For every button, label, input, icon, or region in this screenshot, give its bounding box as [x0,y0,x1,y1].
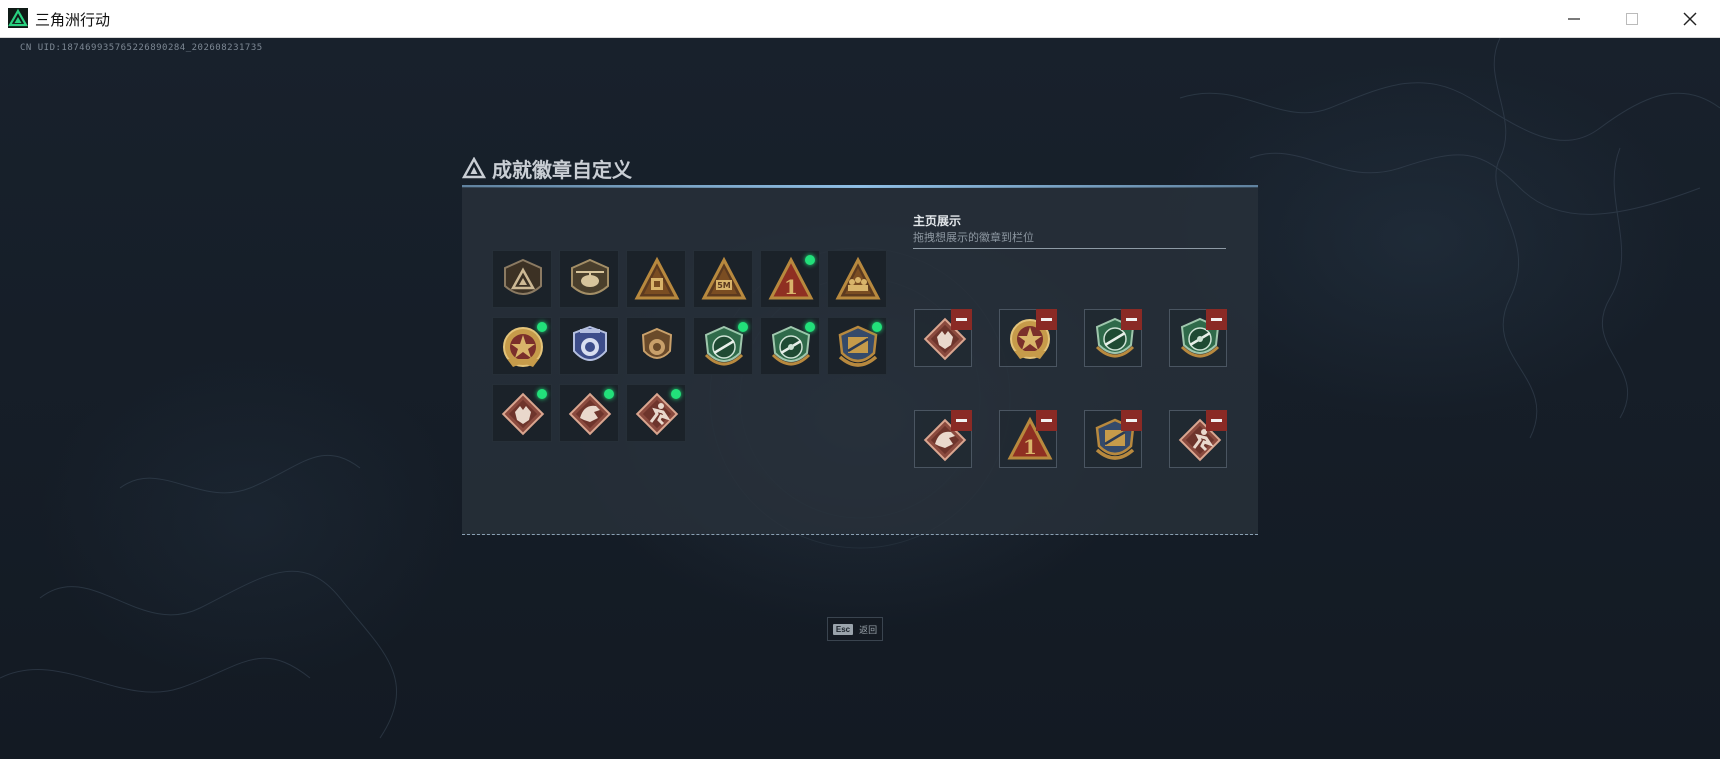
maximize-button[interactable] [1603,0,1661,38]
badge-helicopter[interactable] [559,250,619,308]
panel-title: 成就徽章自定义 [492,157,632,182]
panel-top-accent [462,185,1258,188]
close-button[interactable] [1661,0,1719,38]
new-indicator-dot [537,322,547,332]
showcase-wolf-diamond[interactable] [914,309,972,367]
window-titlebar: 三角洲行动 [0,0,1720,38]
showcase-green-rifle-laurel-b[interactable] [1169,309,1227,367]
delta-shield-icon [504,258,542,295]
remove-badge-button[interactable] [1206,309,1227,330]
minus-icon [1041,318,1052,321]
showcase-divider [913,248,1226,249]
minus-icon [1041,419,1052,422]
showcase-green-rifle-laurel-a[interactable] [1084,309,1142,367]
new-indicator-dot [537,389,547,399]
badge-runner-diamond[interactable] [626,384,686,442]
badge-dragon-diamond[interactable] [559,384,619,442]
new-indicator-dot [872,322,882,332]
badge-gold-triangle-squad[interactable] [827,250,887,308]
new-indicator-dot [805,322,815,332]
minus-icon [1126,419,1137,422]
badge-star-medal[interactable] [492,317,552,375]
badge-gold-triangle-5m[interactable]: 5M [693,250,753,308]
new-indicator-dot [738,322,748,332]
app-logo-icon [8,8,28,28]
gold-triangle-squad-icon [835,256,881,300]
badge-police-shield[interactable] [559,317,619,375]
esc-key-icon: Esc [832,623,854,635]
new-indicator-dot [604,389,614,399]
showcase-dragon-diamond[interactable] [914,410,972,468]
remove-badge-button[interactable] [1036,410,1057,431]
badge-gold-triangle-vault[interactable] [626,250,686,308]
remove-badge-button[interactable] [1121,309,1142,330]
remove-badge-button[interactable] [951,309,972,330]
minimize-button[interactable] [1545,0,1603,38]
badge-delta-shield[interactable] [492,250,552,308]
helicopter-icon [571,258,609,295]
showcase-star-medal[interactable] [999,309,1057,367]
police-shield-icon [573,325,607,361]
minimize-icon [1568,18,1580,20]
lion-crest-icon [641,327,673,359]
badge-green-rifle-laurel-b[interactable] [760,317,820,375]
showcase-title: 主页展示 [913,214,962,228]
panel-header: 成就徽章自定义 [462,153,632,183]
close-icon [1683,12,1697,26]
badge-triangle-number-one[interactable]: 1 [760,250,820,308]
gold-triangle-5m-icon: 5M [701,256,747,300]
remove-badge-button[interactable] [1036,309,1057,330]
minus-icon [1126,318,1137,321]
svg-text:1: 1 [784,275,798,299]
window-title: 三角洲行动 [35,12,111,29]
showcase-triangle-number-one[interactable]: 1 [999,410,1057,468]
new-indicator-dot [671,389,681,399]
minus-icon [956,419,967,422]
back-button[interactable]: Esc 返回 [827,617,883,641]
minus-icon [1211,419,1222,422]
back-label: 返回 [859,624,878,635]
maximize-icon [1626,13,1638,25]
showcase-runner-diamond[interactable] [1169,410,1227,468]
new-indicator-dot [805,255,815,265]
badge-lion-crest[interactable] [626,317,686,375]
minus-icon [956,318,967,321]
minus-icon [1211,318,1222,321]
badge-green-rifle-laurel-a[interactable] [693,317,753,375]
uid-watermark: CN UID:187469935765226890284_20260823173… [20,43,263,53]
remove-badge-button[interactable] [1206,410,1227,431]
svg-text:5M: 5M [717,281,731,290]
remove-badge-button[interactable] [951,410,972,431]
badge-rifle-crest-gold[interactable] [827,317,887,375]
gold-triangle-vault-icon [634,256,680,300]
svg-text:1: 1 [1023,435,1037,459]
badge-wolf-diamond[interactable] [492,384,552,442]
delta-triangle-icon [462,157,486,179]
showcase-subtitle: 拖拽想展示的徽章到栏位 [913,232,1034,244]
showcase-rifle-crest-gold[interactable] [1084,410,1142,468]
remove-badge-button[interactable] [1121,410,1142,431]
